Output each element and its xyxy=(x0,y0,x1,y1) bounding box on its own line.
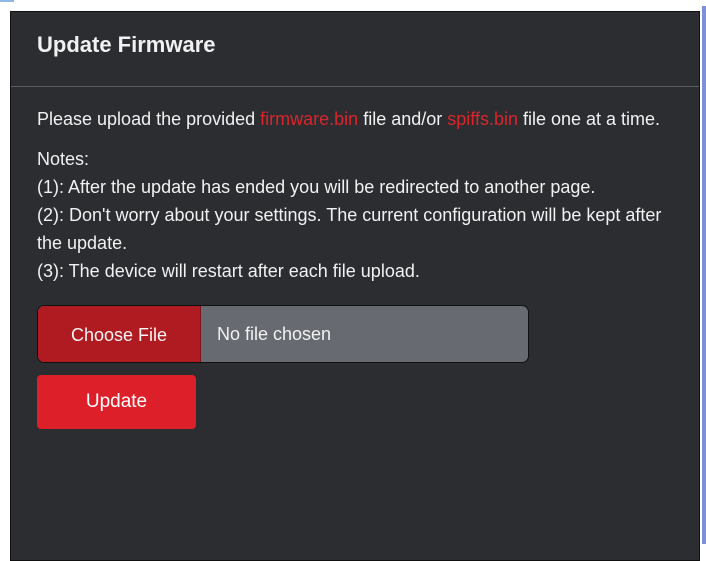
panel-header: Update Firmware xyxy=(11,12,699,87)
page: Update Firmware Please upload the provid… xyxy=(0,0,706,561)
firmware-file-input[interactable]: Choose File No file chosen xyxy=(37,305,529,363)
note-item: (3): The device will restart after each … xyxy=(37,261,420,281)
note-item: (2): Don't worry about your settings. Th… xyxy=(37,205,662,253)
firmware-file-name: firmware.bin xyxy=(260,109,359,129)
update-notes: Notes: (1): After the update has ended y… xyxy=(37,145,673,285)
right-accent xyxy=(702,6,706,544)
panel-body: Please upload the provided firmware.bin … xyxy=(11,87,699,429)
instruction-middle: file and/or xyxy=(358,109,448,129)
page-title: Update Firmware xyxy=(37,32,216,57)
instruction-suffix: file one at a time. xyxy=(517,109,661,129)
instruction-prefix: Please upload the provided xyxy=(37,109,261,129)
top-accent xyxy=(0,0,14,2)
choose-file-button[interactable]: Choose File xyxy=(38,306,201,362)
note-item: (1): After the update has ended you will… xyxy=(37,177,596,197)
spiffs-file-name: spiffs.bin xyxy=(447,109,518,129)
update-button[interactable]: Update xyxy=(37,375,196,429)
notes-heading: Notes: xyxy=(37,149,90,169)
upload-instructions: Please upload the provided firmware.bin … xyxy=(37,105,673,133)
firmware-update-panel: Update Firmware Please upload the provid… xyxy=(10,11,700,561)
file-status: No file chosen xyxy=(217,324,332,344)
